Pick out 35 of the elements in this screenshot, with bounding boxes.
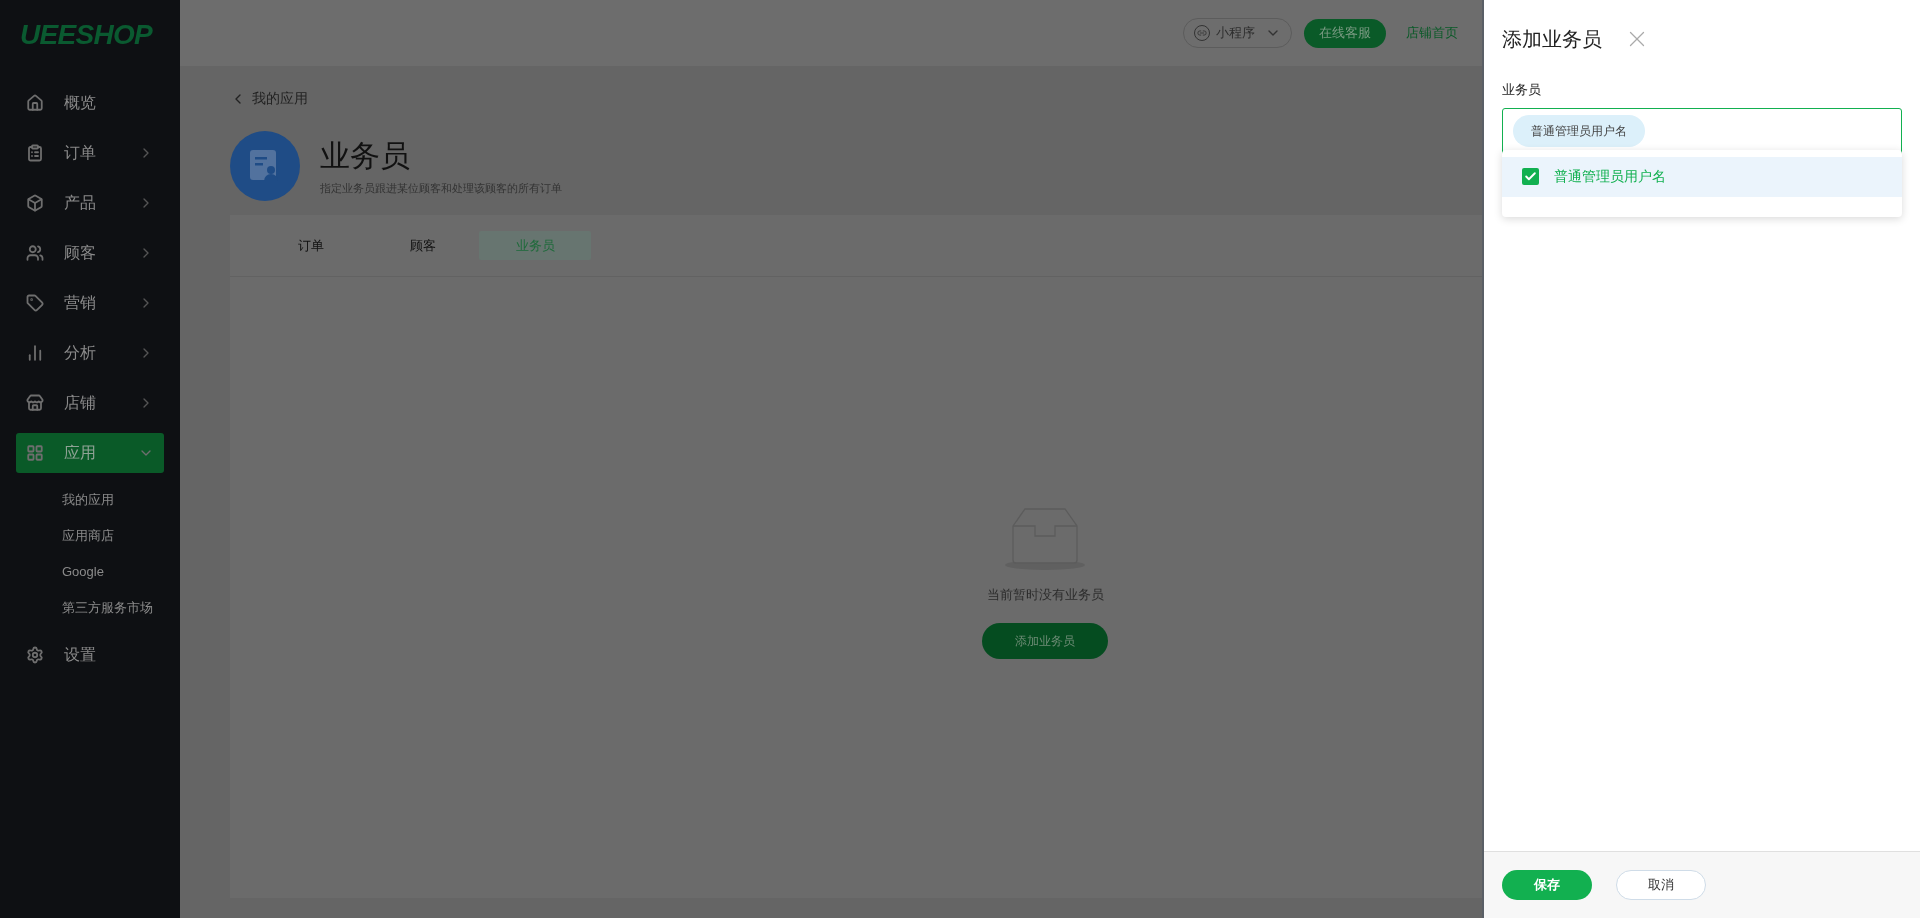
tab[interactable]: 顾客: [367, 231, 479, 260]
page-title: 业务员: [320, 137, 411, 174]
submenu-item[interactable]: Google: [62, 554, 104, 590]
nav-item[interactable]: 概览: [16, 83, 164, 123]
submenu-item[interactable]: 第三方服务市场: [62, 590, 153, 626]
tag-icon: [26, 294, 44, 312]
drawer-title: 添加业务员: [1502, 27, 1602, 52]
nav-item[interactable]: 产品: [16, 183, 164, 223]
selected-tag: 普通管理员用户名: [1513, 114, 1645, 147]
settings-icon: [26, 646, 44, 664]
checkmark-icon: [1524, 170, 1537, 183]
nav-item[interactable]: 应用: [16, 433, 164, 473]
nav-item[interactable]: 营销: [16, 283, 164, 323]
checkbox[interactable]: [1522, 168, 1539, 185]
nav-item[interactable]: 设置: [16, 635, 164, 675]
submenu-item[interactable]: 我的应用: [62, 482, 114, 518]
nav-item[interactable]: 店铺: [16, 383, 164, 423]
bar-chart-icon: [26, 344, 44, 362]
link-icon: [1197, 28, 1207, 38]
nav-item[interactable]: 顾客: [16, 233, 164, 273]
empty-state-text: 当前暂时没有业务员: [986, 586, 1104, 604]
cancel-button[interactable]: 取消: [1616, 870, 1706, 900]
store-icon: [26, 394, 44, 412]
field-label: 业务员: [1502, 81, 1541, 99]
tab[interactable]: 订单: [255, 231, 367, 260]
people-icon: [26, 244, 44, 262]
add-salesperson-button[interactable]: 添加业务员: [982, 622, 1108, 659]
clipboard-icon: [26, 144, 44, 162]
house-icon: [26, 94, 44, 112]
grid-icon: [26, 444, 44, 462]
save-button[interactable]: 保存: [1502, 870, 1592, 900]
submenu-item[interactable]: 应用商店: [62, 518, 114, 554]
nav-item[interactable]: 分析: [16, 333, 164, 373]
cube-icon: [26, 194, 44, 212]
nav-item[interactable]: 订单: [16, 133, 164, 173]
